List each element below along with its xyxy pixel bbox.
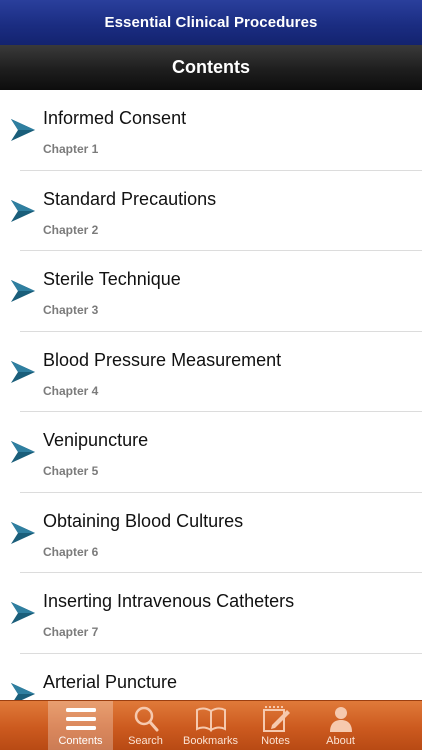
chapter-row[interactable]: Venipuncture Chapter 5	[0, 412, 422, 493]
chapter-title: Obtaining Blood Cultures	[43, 510, 244, 531]
chapter-number: Chapter 5	[43, 464, 99, 478]
chapter-row[interactable]: Inserting Intravenous Catheters Chapter …	[0, 573, 422, 654]
tab-label: Bookmarks	[182, 735, 239, 747]
chapter-row[interactable]: Blood Pressure Measurement Chapter 4	[0, 332, 422, 412]
disclosure-arrow-icon	[11, 360, 35, 383]
chapter-number: Chapter 7	[43, 625, 99, 639]
page-title: Contents	[172, 57, 250, 77]
disclosure-arrow-icon	[11, 199, 35, 222]
chapter-title: Blood Pressure Measurement	[43, 349, 282, 370]
chapter-list[interactable]: Informed Consent Chapter 1 Standard Prec…	[0, 90, 422, 700]
chapter-title: Sterile Technique	[43, 269, 181, 289]
person-icon	[329, 707, 352, 732]
chapter-number: Chapter 1	[43, 142, 99, 156]
tab-bookmarks[interactable]: Bookmarks	[178, 701, 243, 750]
disclosure-arrow-icon	[11, 521, 35, 544]
chapter-number: Chapter 4	[43, 383, 99, 398]
disclosure-arrow-icon	[11, 682, 35, 700]
tab-notes[interactable]: Notes	[243, 701, 308, 750]
tab-contents[interactable]: Contents	[48, 701, 113, 750]
chapter-title: Standard Precautions	[43, 188, 217, 209]
chapter-title: Informed Consent	[43, 108, 187, 128]
tab-label: About	[326, 735, 355, 747]
tab-label: Notes	[261, 735, 290, 747]
disclosure-arrow-icon	[11, 119, 35, 141]
list-icon	[65, 708, 96, 730]
disclosure-arrow-icon	[11, 441, 35, 463]
open-book-icon	[195, 707, 226, 732]
tab-about[interactable]: About	[308, 701, 373, 750]
navigation-bar: Contents	[0, 45, 422, 90]
chapter-title: Inserting Intravenous Catheters	[43, 591, 295, 611]
chapter-title: Venipuncture	[43, 430, 149, 450]
chapter-row[interactable]: Sterile Technique Chapter 3	[0, 251, 422, 332]
tab-search[interactable]: Search	[113, 701, 178, 750]
disclosure-arrow-icon	[11, 280, 35, 302]
chapter-number: Chapter 2	[43, 222, 99, 237]
tab-label: Contents	[58, 735, 103, 747]
chapter-row[interactable]: Standard Precautions Chapter 2	[0, 171, 422, 251]
notepad-pencil-icon	[262, 706, 290, 732]
magnifier-icon	[134, 706, 158, 732]
app-title: Essential Clinical Procedures	[104, 14, 318, 31]
app-title-bar: Essential Clinical Procedures	[0, 0, 422, 45]
chapter-row[interactable]: Obtaining Blood Cultures Chapter 6	[0, 493, 422, 573]
chapter-row[interactable]: Informed Consent Chapter 1	[0, 90, 422, 171]
disclosure-arrow-icon	[11, 602, 35, 624]
tab-bar: Contents Search Bookmarks Notes About	[0, 700, 422, 750]
chapter-number: Chapter 3	[43, 303, 99, 317]
chapter-title: Arterial Puncture	[43, 671, 178, 692]
chapter-number: Chapter 6	[43, 544, 99, 559]
tab-label: Search	[128, 735, 163, 747]
app-screen: Essential Clinical Procedures Contents I…	[0, 0, 422, 750]
chapter-row[interactable]: Arterial Puncture	[0, 654, 422, 700]
